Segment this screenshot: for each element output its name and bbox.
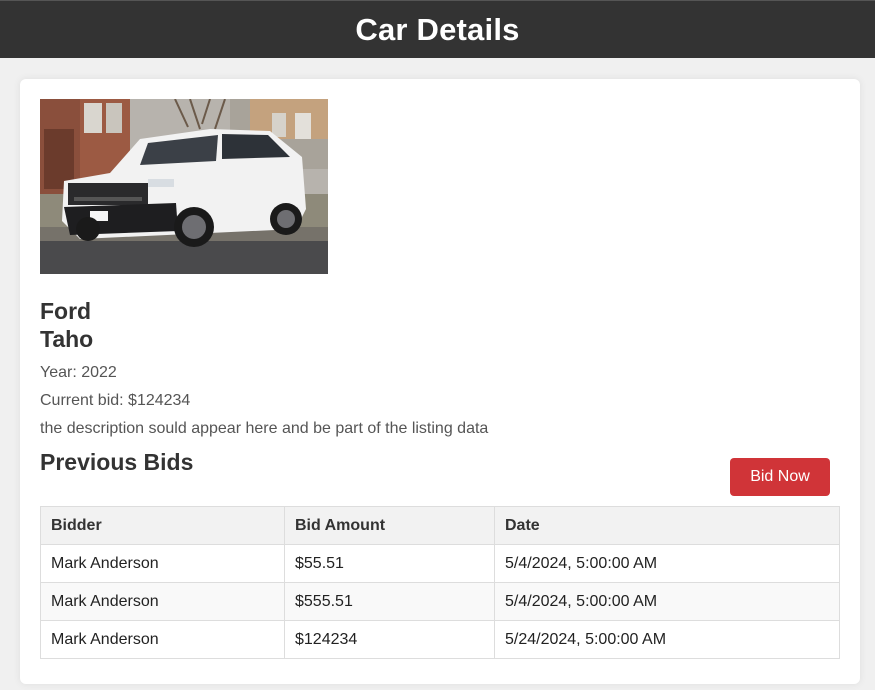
bid-date-cell: 5/24/2024, 5:00:00 AM bbox=[494, 620, 840, 659]
table-row: Mark Anderson $124234 5/24/2024, 5:00:00… bbox=[40, 620, 840, 659]
table-header-row: Bidder Bid Amount Date bbox=[40, 506, 840, 545]
bid-date-cell: 5/4/2024, 5:00:00 AM bbox=[494, 544, 840, 583]
column-header-bid-amount: Bid Amount bbox=[284, 506, 495, 545]
bid-amount-cell: $555.51 bbox=[284, 582, 495, 621]
current-bid: Current bid: $124234 bbox=[40, 392, 191, 409]
bidder-cell: Mark Anderson bbox=[40, 544, 285, 583]
bid-date-cell: 5/4/2024, 5:00:00 AM bbox=[494, 582, 840, 621]
bidder-cell: Mark Anderson bbox=[40, 582, 285, 621]
car-model: Taho bbox=[40, 326, 94, 352]
page-header: Car Details bbox=[0, 0, 875, 58]
bid-amount-cell: $124234 bbox=[284, 620, 495, 659]
car-photo bbox=[40, 99, 328, 274]
car-details-card: Ford Taho Year: 2022 Current bid: $12423… bbox=[20, 79, 860, 684]
bids-table: Bidder Bid Amount Date Mark Anderson $55… bbox=[40, 506, 840, 659]
bid-now-button[interactable]: Bid Now bbox=[730, 458, 830, 496]
column-header-date: Date bbox=[494, 506, 840, 545]
column-header-bidder: Bidder bbox=[40, 506, 285, 545]
bid-amount-cell: $55.51 bbox=[284, 544, 495, 583]
car-year: Year: 2022 bbox=[40, 364, 117, 381]
page-title: Car Details bbox=[355, 11, 520, 47]
car-description: the description sould appear here and be… bbox=[40, 420, 489, 437]
car-make: Ford bbox=[40, 298, 92, 324]
bidder-cell: Mark Anderson bbox=[40, 620, 285, 659]
previous-bids-title: Previous Bids bbox=[40, 449, 194, 475]
table-row: Mark Anderson $555.51 5/4/2024, 5:00:00 … bbox=[40, 582, 840, 621]
table-row: Mark Anderson $55.51 5/4/2024, 5:00:00 A… bbox=[40, 544, 840, 583]
